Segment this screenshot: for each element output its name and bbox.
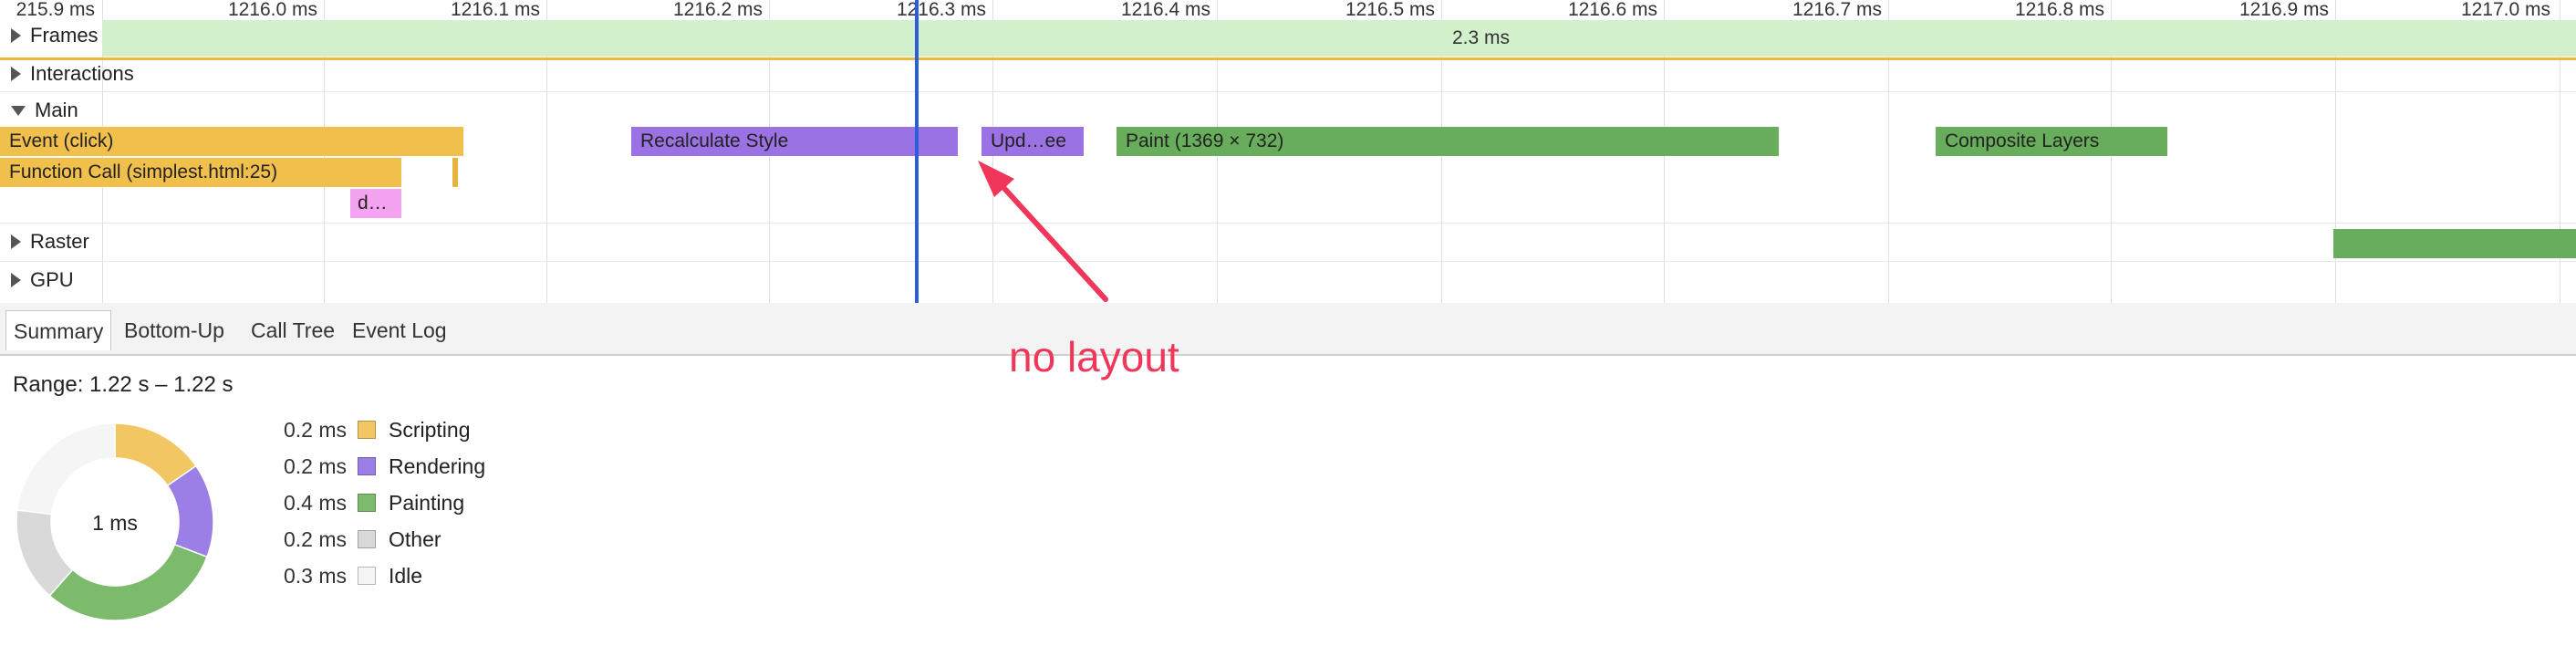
donut-slice-idle xyxy=(16,422,116,516)
legend-value: 0.2 ms xyxy=(283,417,347,442)
tab-summary[interactable]: Summary xyxy=(5,310,112,350)
track-header-frames[interactable]: Frames xyxy=(0,18,99,53)
donut-total-label: 1 ms xyxy=(92,511,138,535)
summary-donut-chart: 1 ms xyxy=(16,422,214,621)
donut-slice-painting xyxy=(48,543,208,621)
ruler-label: 1216.1 ms xyxy=(450,0,540,20)
details-tab-bar: Summary Bottom-Up Call Tree Event Log xyxy=(0,303,2576,356)
time-cursor[interactable] xyxy=(915,0,919,303)
legend-item-idle: 0.3 ms Idle xyxy=(274,562,422,589)
track-label: Raster xyxy=(30,230,89,253)
track-header-raster[interactable]: Raster xyxy=(0,224,89,259)
legend-swatch xyxy=(358,457,376,475)
composite-layers-bar[interactable]: Composite Layers xyxy=(1936,127,2167,156)
ruler-label: 1216.2 ms xyxy=(672,0,763,20)
truncated-event-bar[interactable]: d… xyxy=(350,189,401,218)
ruler-label: 1216.5 ms xyxy=(1345,0,1435,20)
frame-duration-label: 2.3 ms xyxy=(1452,27,1511,48)
recalculate-style-bar[interactable]: Recalculate Style xyxy=(631,127,958,156)
legend-item-other: 0.2 ms Other xyxy=(274,526,441,553)
legend-value: 0.4 ms xyxy=(283,490,347,515)
track-label: GPU xyxy=(30,268,74,291)
expand-triangle-icon[interactable] xyxy=(11,28,21,43)
expand-triangle-icon[interactable] xyxy=(11,67,21,81)
raster-paint-bar[interactable] xyxy=(2333,229,2576,258)
frames-divider xyxy=(0,57,2576,60)
annotation-text: no layout xyxy=(1009,333,1179,380)
collapse-triangle-icon[interactable] xyxy=(11,105,26,116)
legend-label: Idle xyxy=(389,563,423,588)
track-header-gpu[interactable]: GPU xyxy=(0,263,74,297)
track-label: Interactions xyxy=(30,62,134,85)
legend-label: Rendering xyxy=(389,453,486,478)
legend-label: Other xyxy=(389,526,441,551)
small-script-bar[interactable] xyxy=(452,158,458,187)
ruler-label: 1216.3 ms xyxy=(896,0,986,20)
ruler-label: 1216.7 ms xyxy=(1792,0,1882,20)
tab-call-tree[interactable]: Call Tree xyxy=(244,310,342,350)
track-header-main[interactable]: Main xyxy=(0,93,78,128)
summary-panel: Range: 1.22 s – 1.22 s 1 ms 0.2 ms Scrip… xyxy=(0,356,2576,646)
function-call-bar[interactable]: Function Call (simplest.html:25) xyxy=(0,158,401,187)
expand-triangle-icon[interactable] xyxy=(11,273,21,287)
event-click-bar[interactable]: Event (click) xyxy=(0,127,463,156)
legend-value: 0.2 ms xyxy=(283,526,347,551)
legend-label: Painting xyxy=(389,490,465,515)
legend-item-rendering: 0.2 ms Rendering xyxy=(274,453,485,480)
legend-swatch xyxy=(358,530,376,548)
track-separator xyxy=(0,91,2576,92)
legend-value: 0.3 ms xyxy=(283,563,347,588)
expand-triangle-icon[interactable] xyxy=(11,234,21,249)
range-label: Range: 1.22 s – 1.22 s xyxy=(13,372,234,397)
ruler-label: 1216.8 ms xyxy=(2014,0,2104,20)
tab-bottom-up[interactable]: Bottom-Up xyxy=(117,310,232,350)
ruler-label: 1217.0 ms xyxy=(2460,0,2550,20)
legend-label: Scripting xyxy=(389,417,471,442)
legend-value: 0.2 ms xyxy=(283,453,347,478)
track-label: Main xyxy=(35,99,78,121)
track-separator xyxy=(0,223,2576,224)
ruler-label: 1216.9 ms xyxy=(2238,0,2329,20)
tab-event-log[interactable]: Event Log xyxy=(345,310,454,350)
track-label: Frames xyxy=(30,24,99,47)
legend-item-scripting: 0.2 ms Scripting xyxy=(274,416,471,443)
track-header-interactions[interactable]: Interactions xyxy=(0,57,134,91)
paint-bar[interactable]: Paint (1369 × 732) xyxy=(1117,127,1779,156)
legend-item-painting: 0.4 ms Painting xyxy=(274,489,464,516)
track-separator xyxy=(0,261,2576,262)
ruler-label: 215.9 ms xyxy=(16,0,95,20)
legend-swatch xyxy=(358,421,376,439)
legend-swatch xyxy=(358,494,376,512)
ruler-label: 1216.0 ms xyxy=(227,0,317,20)
legend-swatch xyxy=(358,567,376,585)
ruler-label: 1216.6 ms xyxy=(1567,0,1657,20)
ruler-label: 1216.4 ms xyxy=(1120,0,1210,20)
timeline-panel[interactable]: 215.9 ms 1216.0 ms 1216.1 ms 1216.2 ms 1… xyxy=(0,0,2576,303)
frame-bar[interactable] xyxy=(102,20,2576,57)
update-layer-tree-bar[interactable]: Upd…ee xyxy=(982,127,1084,156)
